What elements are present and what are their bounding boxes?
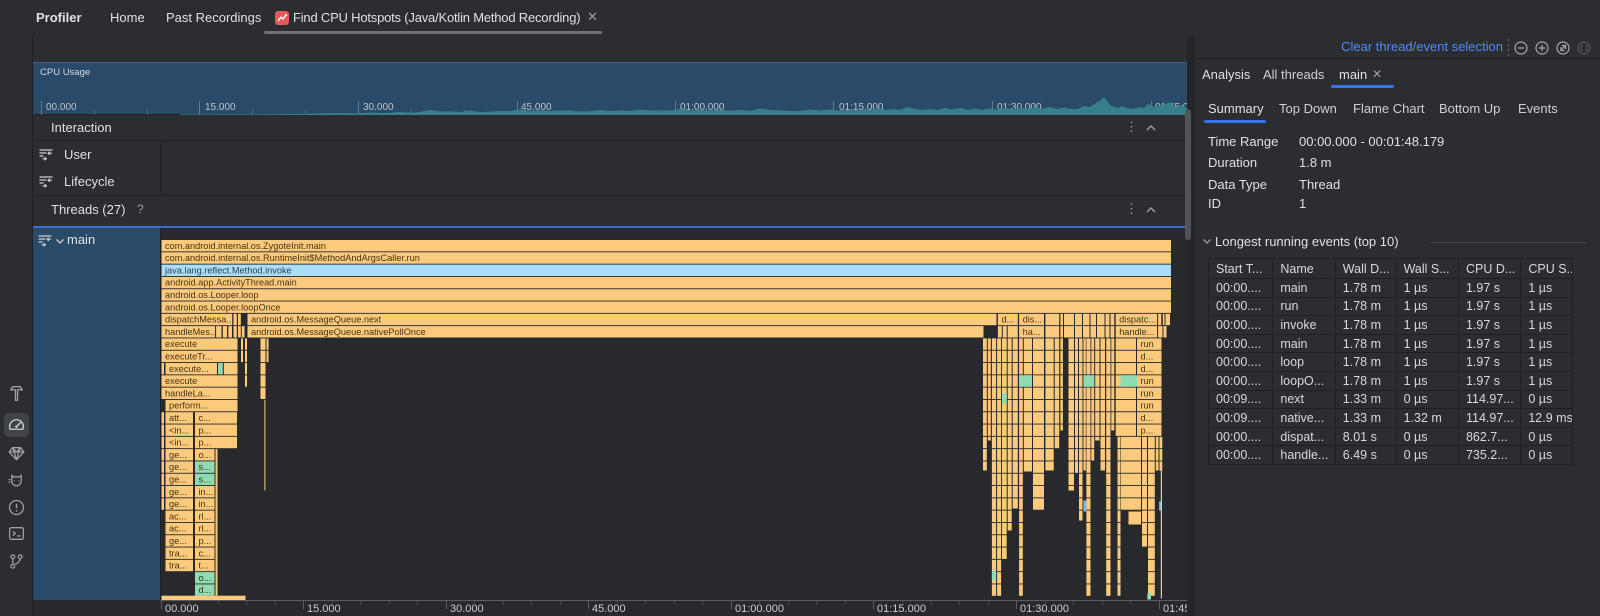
svg-text:com.android.internal.os.Runtim: com.android.internal.os.RuntimeInit$Meth… bbox=[165, 253, 420, 263]
svg-text:android.app.ActivityThread.mai: android.app.ActivityThread.main bbox=[165, 278, 297, 288]
svg-text:in...: in... bbox=[198, 499, 213, 509]
svg-text:ge...: ge... bbox=[169, 450, 187, 460]
svg-text:att...: att... bbox=[169, 413, 187, 423]
svg-text:tra...: tra... bbox=[169, 561, 187, 571]
svg-text:handleMes...: handleMes... bbox=[165, 327, 218, 337]
svg-text:android.os.Looper.loopOnce: android.os.Looper.loopOnce bbox=[165, 302, 280, 312]
svg-text:d...: d... bbox=[1140, 352, 1153, 362]
svg-text:o...: o... bbox=[198, 573, 211, 583]
svg-text:rl...: rl... bbox=[198, 524, 211, 534]
svg-text:tra...: tra... bbox=[169, 548, 187, 558]
svg-text:p...: p... bbox=[198, 536, 211, 546]
svg-text:s...: s... bbox=[198, 462, 210, 472]
svg-text:execute...: execute... bbox=[169, 364, 209, 374]
svg-text:t...: t... bbox=[198, 561, 208, 571]
svg-text:ge...: ge... bbox=[169, 487, 187, 497]
svg-text:dispatchMessa...: dispatchMessa... bbox=[165, 315, 234, 325]
svg-text:<in...: <in... bbox=[169, 438, 189, 448]
svg-text:android.os.Looper.loop: android.os.Looper.loop bbox=[165, 290, 258, 300]
svg-text:com.android.internal.os.Zygote: com.android.internal.os.ZygoteInit.main bbox=[165, 241, 326, 251]
svg-text:ac...: ac... bbox=[169, 511, 186, 521]
svg-text:p...: p... bbox=[198, 425, 211, 435]
svg-text:c...: c... bbox=[198, 413, 210, 423]
svg-text:handleLa...: handleLa... bbox=[165, 388, 210, 398]
svg-text:p...: p... bbox=[1140, 425, 1153, 435]
svg-text:ha...: ha... bbox=[1022, 327, 1040, 337]
svg-text:handle...: handle... bbox=[1119, 327, 1154, 337]
svg-text:p...: p... bbox=[198, 438, 211, 448]
svg-text:<in...: <in... bbox=[169, 425, 189, 435]
svg-text:run: run bbox=[1140, 376, 1153, 386]
svg-text:run: run bbox=[1140, 388, 1153, 398]
svg-text:d...: d... bbox=[1140, 364, 1153, 374]
svg-text:ac...: ac... bbox=[169, 524, 186, 534]
svg-text:executeTr...: executeTr... bbox=[165, 352, 213, 362]
svg-text:execute: execute bbox=[165, 339, 197, 349]
svg-text:d...: d... bbox=[1140, 413, 1153, 423]
svg-text:d...: d... bbox=[198, 585, 211, 595]
svg-text:in...: in... bbox=[198, 487, 213, 497]
svg-text:ge...: ge... bbox=[169, 536, 187, 546]
svg-text:dis...: dis... bbox=[1022, 315, 1041, 325]
svg-text:run: run bbox=[1140, 401, 1153, 411]
svg-text:ge...: ge... bbox=[169, 475, 187, 485]
svg-text:c...: c... bbox=[198, 548, 210, 558]
svg-text:s...: s... bbox=[198, 475, 210, 485]
svg-text:perform...: perform... bbox=[169, 401, 208, 411]
svg-text:rl...: rl... bbox=[198, 511, 211, 521]
svg-text:android.os.MessageQueue.next: android.os.MessageQueue.next bbox=[251, 315, 382, 325]
svg-text:o...: o... bbox=[198, 450, 211, 460]
svg-text:ge...: ge... bbox=[169, 499, 187, 509]
svg-text:execute: execute bbox=[165, 376, 197, 386]
svg-text:android.os.MessageQueue.native: android.os.MessageQueue.nativePollOnce bbox=[251, 327, 426, 337]
svg-text:ge...: ge... bbox=[169, 462, 187, 472]
svg-text:d...: d... bbox=[1001, 315, 1014, 325]
svg-text:dispatc...: dispatc... bbox=[1119, 315, 1156, 325]
svg-text:run: run bbox=[1140, 339, 1153, 349]
svg-text:java.lang.reflect.Method.invok: java.lang.reflect.Method.invoke bbox=[164, 265, 292, 275]
